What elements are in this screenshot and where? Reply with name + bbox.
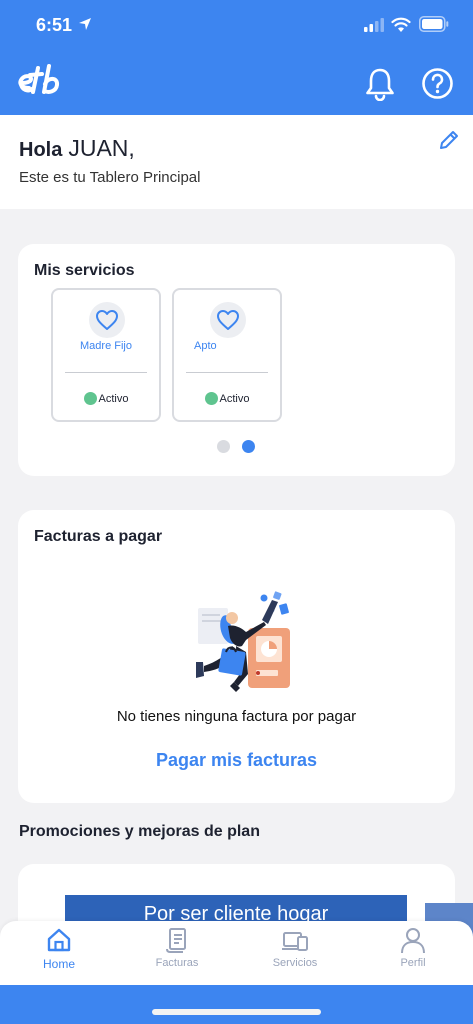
etb-logo-icon — [18, 64, 60, 94]
service-tile[interactable]: Madre Fijo Activo — [51, 288, 161, 422]
greeting-section: Hola JUAN, Este es tu Tablero Principal — [0, 115, 473, 209]
empty-bills-message: No tienes ninguna factura por pagar — [116, 708, 357, 725]
tab-perfil-label: Perfil — [400, 957, 426, 969]
notifications-bell-icon[interactable] — [364, 67, 396, 101]
pay-bills-link[interactable]: Pagar mis facturas — [18, 750, 455, 771]
service-name: Apto — [194, 340, 217, 352]
bills-card: Facturas a pagar No tienes ninguna factu… — [18, 510, 455, 803]
dashboard-subtitle: Este es tu Tablero Principal — [19, 169, 201, 186]
services-title: Mis servicios — [34, 262, 135, 279]
greeting-line: Hola JUAN, — [19, 135, 135, 162]
app-header — [0, 52, 473, 115]
service-status: Activo — [174, 392, 280, 405]
tab-facturas-label: Facturas — [155, 957, 199, 969]
help-circle-icon[interactable] — [421, 67, 454, 100]
divider — [186, 372, 268, 373]
status-time: 6:51 — [36, 15, 73, 35]
heart-icon — [210, 302, 246, 338]
pager-dot-2-active[interactable] — [242, 440, 255, 453]
bills-title: Facturas a pagar — [34, 528, 163, 545]
tab-perfil[interactable]: Perfil — [354, 926, 472, 980]
devices-icon — [282, 932, 308, 951]
home-indicator[interactable] — [152, 1009, 321, 1015]
status-active-dot — [83, 392, 97, 405]
promotions-title: Promociones y mejoras de plan — [19, 823, 260, 840]
battery-icon — [419, 16, 449, 32]
home-icon — [47, 928, 71, 952]
empty-bills-illustration — [196, 591, 290, 692]
tab-home[interactable]: Home — [0, 926, 118, 980]
tab-facturas[interactable]: Facturas — [118, 926, 236, 980]
heart-icon — [89, 302, 125, 338]
wifi-icon — [391, 17, 411, 32]
pencil-icon[interactable] — [437, 128, 461, 152]
service-status-label: Activo — [219, 392, 250, 405]
services-card: Mis servicios Madre Fijo Activo Apto Act… — [18, 244, 455, 476]
service-name: Madre Fijo — [80, 340, 132, 352]
tab-servicios[interactable]: Servicios — [236, 926, 354, 980]
service-tile[interactable]: Apto Activo — [172, 288, 282, 422]
status-active-dot — [204, 392, 218, 405]
greeting-hello: Hola — [19, 139, 63, 161]
service-status: Activo — [53, 392, 159, 405]
cellular-signal-icon — [364, 18, 384, 32]
user-name: JUAN, — [68, 135, 135, 161]
tab-home-label: Home — [42, 957, 75, 971]
user-icon — [401, 928, 425, 954]
location-arrow-icon — [79, 18, 91, 30]
bottom-bar — [0, 985, 473, 1024]
divider — [65, 372, 147, 373]
status-bar: 6:51 — [0, 0, 473, 52]
tab-servicios-label: Servicios — [272, 957, 318, 969]
service-status-label: Activo — [98, 392, 129, 405]
tab-bar: Home Facturas Servicios Perfil — [0, 921, 473, 985]
pager-dot-1[interactable] — [217, 440, 230, 453]
receipt-icon — [166, 928, 186, 953]
